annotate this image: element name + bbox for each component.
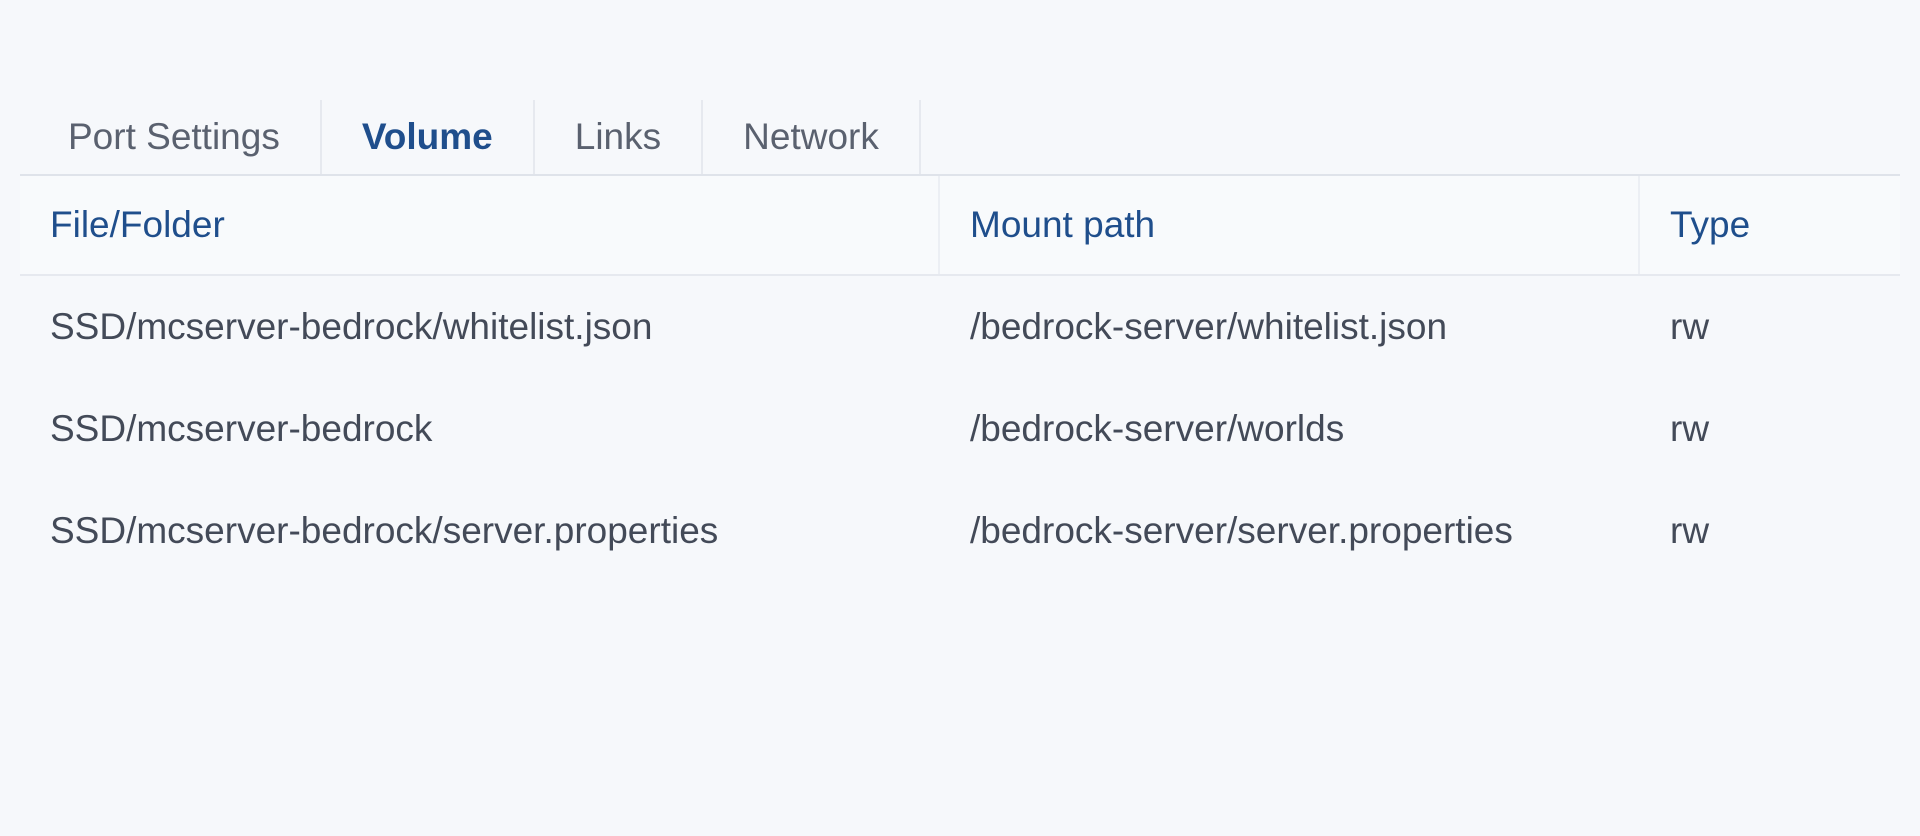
cell-mount: /bedrock-server/worlds	[940, 396, 1640, 462]
table-row[interactable]: SSD/mcserver-bedrock/server.properties /…	[20, 480, 1900, 582]
cell-mount: /bedrock-server/whitelist.json	[940, 294, 1640, 360]
cell-type: rw	[1640, 498, 1900, 564]
column-header-file[interactable]: File/Folder	[20, 176, 940, 274]
tab-links[interactable]: Links	[535, 100, 703, 174]
column-header-mount[interactable]: Mount path	[940, 176, 1640, 274]
cell-mount: /bedrock-server/server.properties	[940, 498, 1640, 564]
tab-network[interactable]: Network	[703, 100, 921, 174]
cell-file: SSD/mcserver-bedrock/server.properties	[20, 498, 940, 564]
table-header-row: File/Folder Mount path Type	[20, 176, 1900, 276]
volume-settings-panel: Port Settings Volume Links Network File/…	[0, 0, 1920, 582]
cell-file: SSD/mcserver-bedrock	[20, 396, 940, 462]
tab-port-settings[interactable]: Port Settings	[20, 100, 322, 174]
column-header-type[interactable]: Type	[1640, 176, 1900, 274]
settings-tabs: Port Settings Volume Links Network	[20, 100, 1900, 176]
volume-table: File/Folder Mount path Type SSD/mcserver…	[20, 176, 1900, 582]
table-row[interactable]: SSD/mcserver-bedrock /bedrock-server/wor…	[20, 378, 1900, 480]
table-body: SSD/mcserver-bedrock/whitelist.json /bed…	[20, 276, 1900, 582]
cell-file: SSD/mcserver-bedrock/whitelist.json	[20, 294, 940, 360]
cell-type: rw	[1640, 396, 1900, 462]
tab-volume[interactable]: Volume	[322, 100, 535, 174]
table-row[interactable]: SSD/mcserver-bedrock/whitelist.json /bed…	[20, 276, 1900, 378]
cell-type: rw	[1640, 294, 1900, 360]
